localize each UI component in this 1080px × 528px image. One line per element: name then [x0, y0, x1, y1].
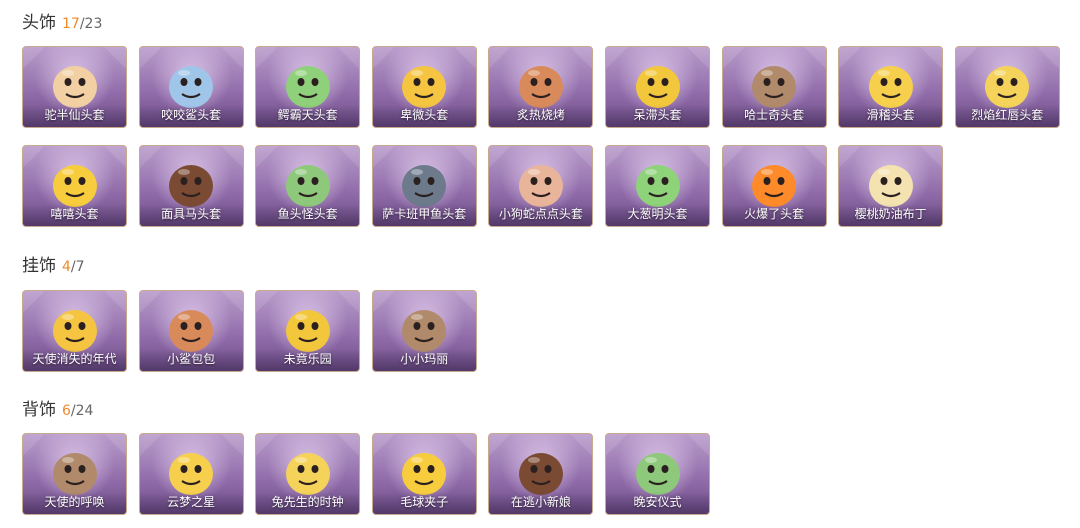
item-label: 大葱明头套 [627, 207, 688, 221]
goodnight-back-icon [635, 453, 680, 495]
item-label: 在逃小新娘 [510, 495, 571, 509]
item-label: 兔先生的时钟 [271, 495, 344, 509]
section-title-pendant: 挂饰 4/7 [22, 256, 85, 276]
item-card[interactable]: 驼半仙头套 [22, 46, 127, 128]
item-label: 小鲨包包 [167, 352, 216, 366]
item-label: 卑微头套 [400, 108, 449, 122]
section-title-headwear: 头饰 17/23 [22, 13, 103, 33]
snake-mask-icon [518, 165, 563, 207]
item-label: 晚安仪式 [633, 495, 682, 509]
item-card[interactable]: 滑稽头套 [838, 46, 944, 128]
item-card[interactable]: 云梦之星 [138, 433, 244, 515]
item-card[interactable]: 火爆了头套 [721, 145, 827, 227]
item-label: 嘻嘻头套 [50, 207, 99, 221]
section-title-backwear: 背饰 6/24 [22, 400, 94, 420]
item-card[interactable]: 哈士奇头套 [721, 46, 827, 128]
item-label: 萨卡班甲鱼头套 [382, 207, 467, 221]
total-count: 23 [84, 16, 103, 32]
item-label: 未竟乐园 [283, 352, 332, 366]
item-label: 呆滞头套 [633, 108, 682, 122]
item-label: 鳄霸天头套 [277, 108, 338, 122]
worried-face-mask-icon [402, 66, 447, 108]
item-card[interactable]: 小狗蛇点点头套 [488, 145, 594, 227]
item-label: 小小玛丽 [400, 352, 449, 366]
item-card[interactable]: 面具马头套 [138, 145, 244, 227]
unicorn-back-icon [169, 453, 214, 495]
item-label: 小狗蛇点点头套 [498, 207, 583, 221]
item-label: 炙热烧烤 [516, 108, 565, 122]
total-count: 7 [75, 259, 85, 275]
item-card[interactable]: 兔先生的时钟 [255, 433, 361, 515]
mary-doll-charm-icon [402, 310, 447, 352]
item-card[interactable]: 晚安仪式 [605, 433, 710, 515]
angel-back-icon [52, 453, 97, 495]
grin-face-mask-icon [52, 165, 97, 207]
item-label: 天使的呼唤 [44, 495, 105, 509]
sacabambaspis-mask-icon [402, 165, 447, 207]
funny-face-mask-icon [868, 66, 913, 108]
husky-mask-icon [752, 66, 797, 108]
item-label: 面具马头套 [161, 207, 222, 221]
item-card[interactable]: 炙热烧烤 [488, 46, 594, 128]
crocodile-mask-icon [285, 66, 330, 108]
item-card[interactable]: 卑微头套 [371, 46, 477, 128]
bride-back-icon [518, 453, 563, 495]
item-card[interactable]: 咬咬鲨头套 [138, 46, 244, 128]
section-title-text: 挂饰 [22, 256, 56, 276]
item-card[interactable]: 天使的呼唤 [22, 433, 127, 515]
item-label: 咬咬鲨头套 [161, 108, 222, 122]
dazed-face-mask-icon [635, 66, 680, 108]
item-card[interactable]: 鳄霸天头套 [255, 46, 361, 128]
item-card[interactable]: 小小玛丽 [371, 290, 477, 372]
rabbit-clock-back-icon [285, 453, 330, 495]
item-card[interactable]: 鱼头怪头套 [255, 145, 361, 227]
item-label: 烈焰红唇头套 [971, 108, 1044, 122]
raccoon-clip-back-icon [402, 453, 447, 495]
item-label: 云梦之星 [167, 495, 216, 509]
item-card[interactable]: 天使消失的年代 [22, 290, 127, 372]
item-card[interactable]: 毛球夹子 [371, 433, 477, 515]
item-card[interactable]: 在逃小新娘 [488, 433, 594, 515]
item-card[interactable]: 大葱明头套 [605, 145, 710, 227]
item-card[interactable]: 未竟乐园 [255, 290, 361, 372]
paradise-charm-icon [285, 310, 330, 352]
total-count: 24 [75, 403, 94, 419]
item-card[interactable]: 烈焰红唇头套 [954, 46, 1060, 128]
green-onion-mask-icon [635, 165, 680, 207]
item-label: 滑稽头套 [866, 108, 915, 122]
fish-head-mask-icon [285, 165, 330, 207]
item-card[interactable]: 呆滞头套 [605, 46, 710, 128]
item-card[interactable]: 嘻嘻头套 [22, 145, 127, 227]
shark-bag-charm-icon [169, 310, 214, 352]
owned-count: 4 [62, 259, 71, 275]
angel-charm-icon [52, 310, 97, 352]
item-label: 火爆了头套 [744, 207, 805, 221]
fire-mask-icon [752, 165, 797, 207]
horse-mask-icon [169, 165, 214, 207]
item-label: 天使消失的年代 [32, 352, 117, 366]
section-title-text: 背饰 [22, 400, 56, 420]
owned-count: 17 [62, 16, 80, 32]
item-label: 鱼头怪头套 [277, 207, 338, 221]
item-label: 驼半仙头套 [44, 108, 105, 122]
panda-mask-icon [52, 66, 97, 108]
red-lips-mask-icon [985, 66, 1030, 108]
shark-mask-icon [169, 66, 214, 108]
item-label: 毛球夹子 [400, 495, 449, 509]
owned-count: 6 [62, 403, 71, 419]
item-card[interactable]: 樱桃奶油布丁 [838, 145, 944, 227]
bbq-mask-icon [518, 66, 563, 108]
section-title-text: 头饰 [22, 13, 56, 33]
item-card[interactable]: 萨卡班甲鱼头套 [371, 145, 477, 227]
pudding-mask-icon [868, 165, 913, 207]
item-label: 哈士奇头套 [744, 108, 805, 122]
item-card[interactable]: 小鲨包包 [138, 290, 244, 372]
item-label: 樱桃奶油布丁 [854, 207, 927, 221]
